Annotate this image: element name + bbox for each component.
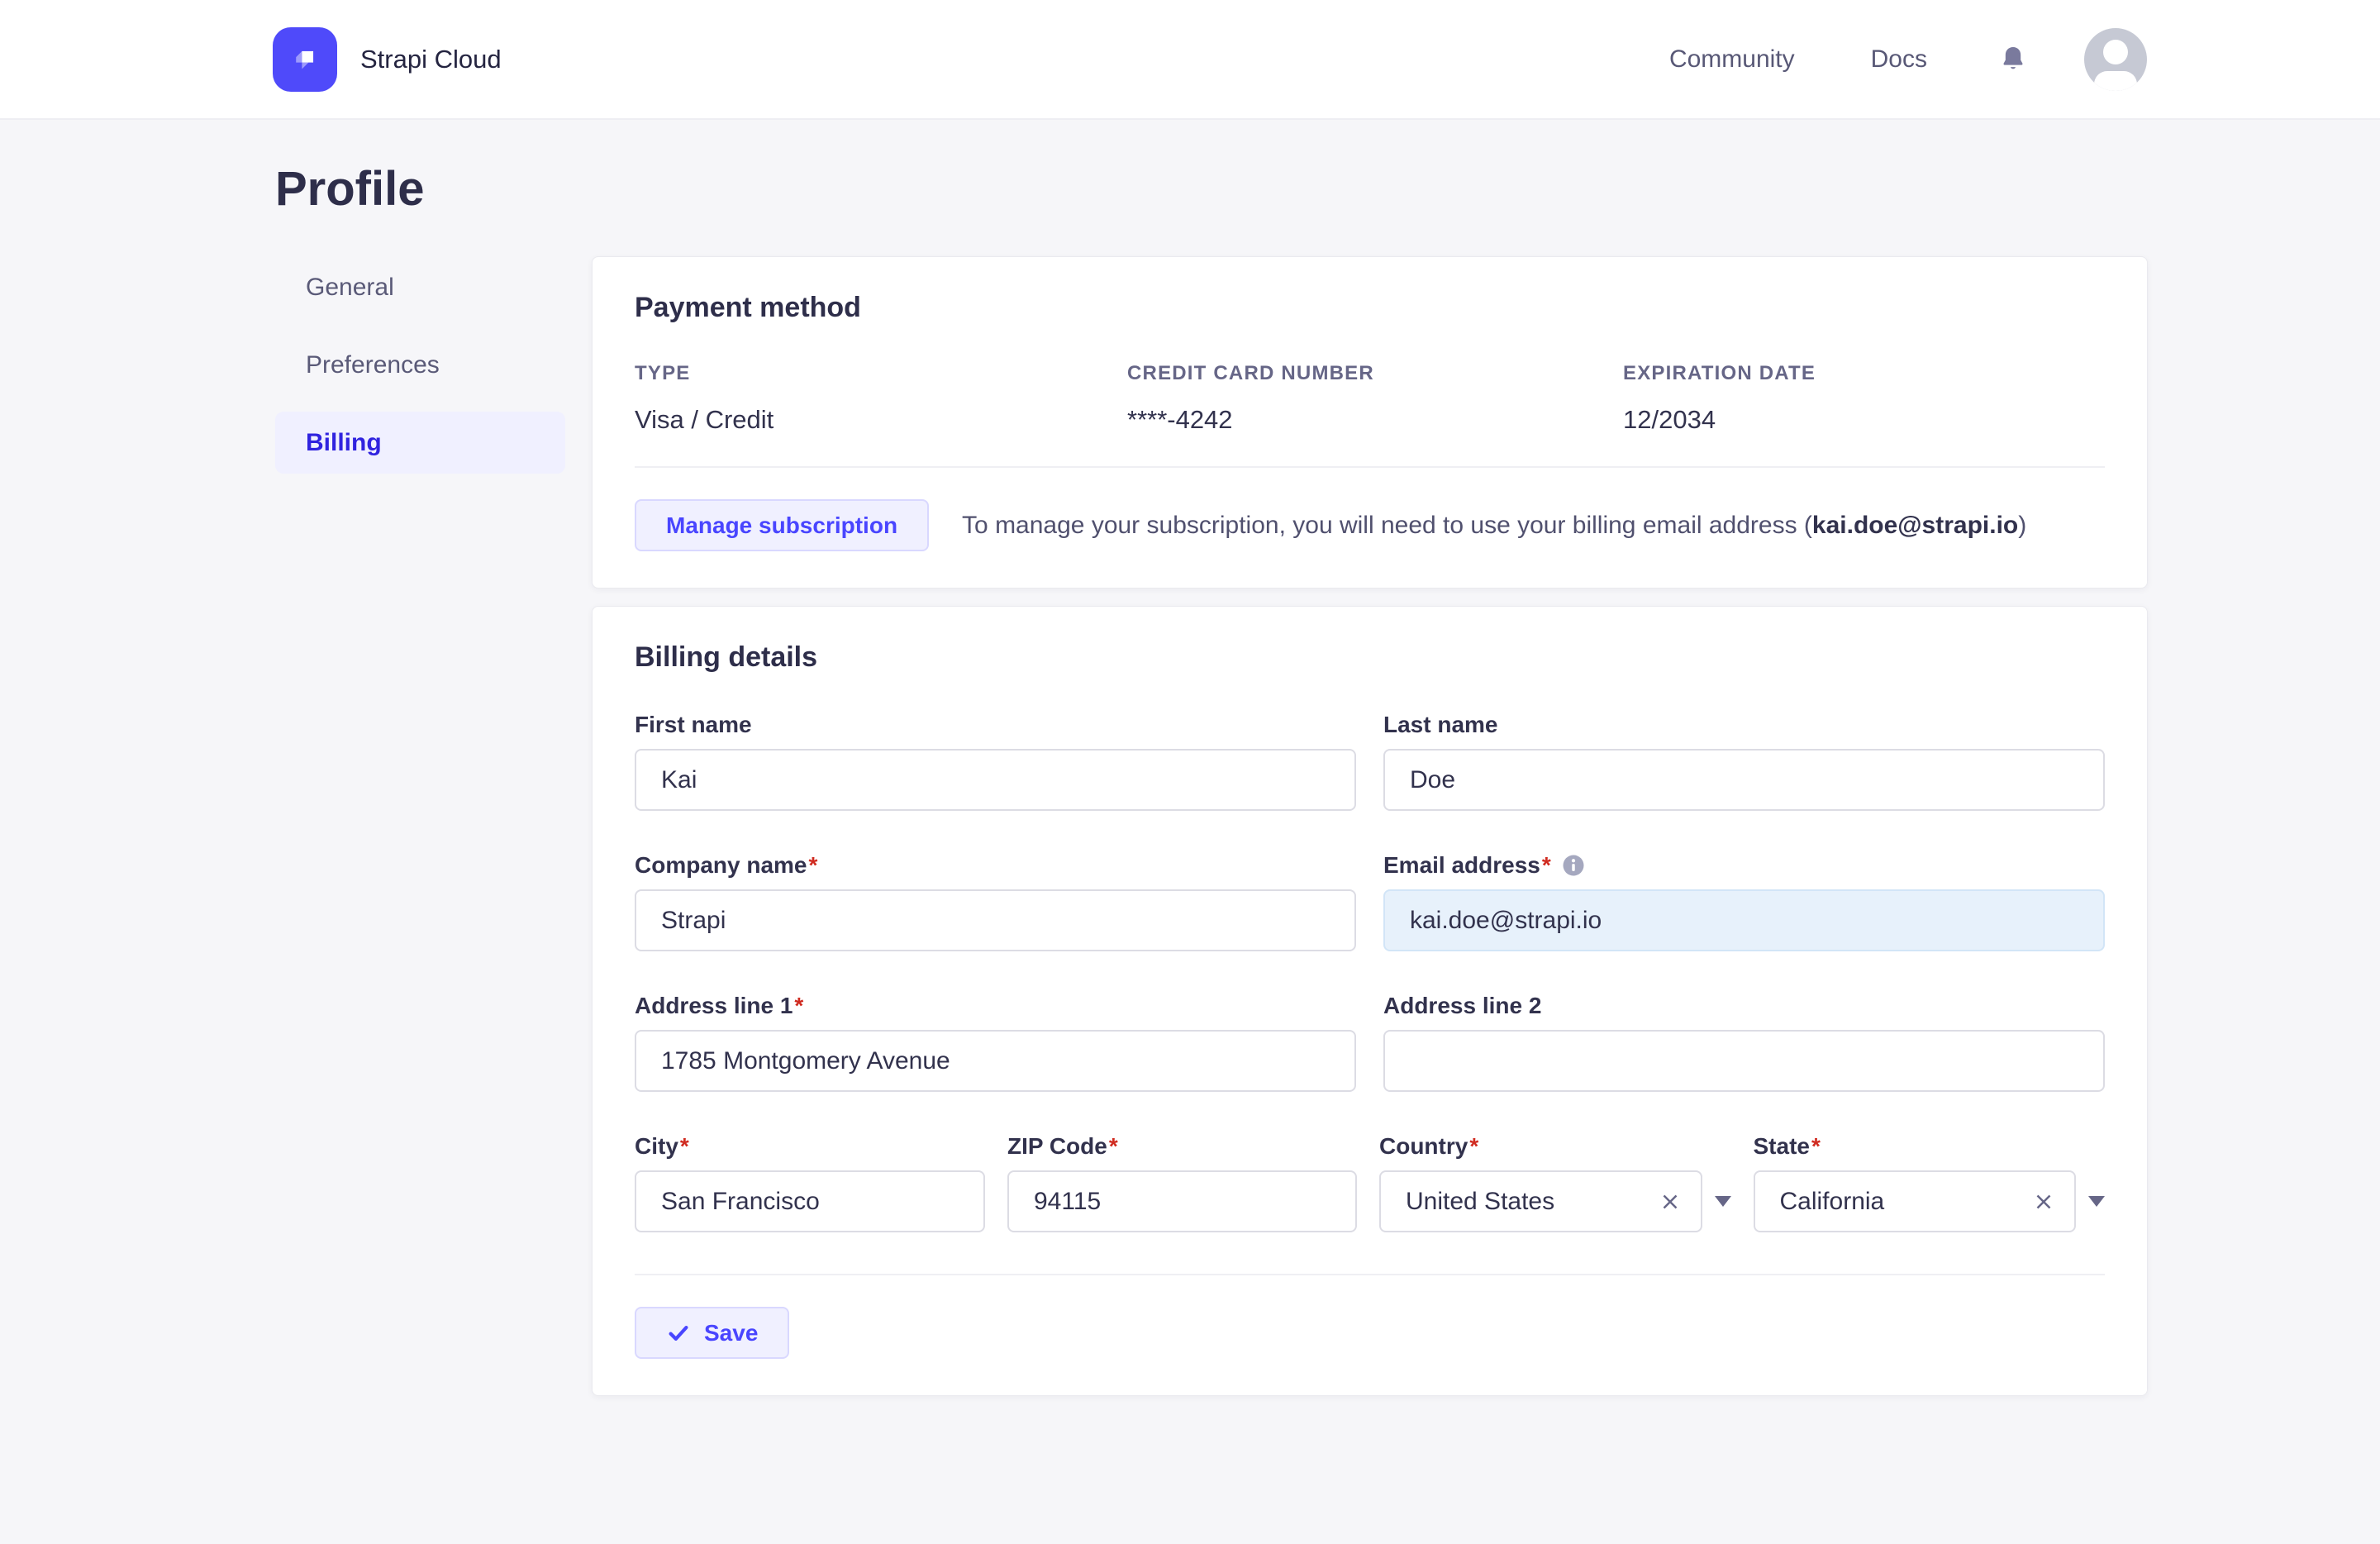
country-combobox[interactable]: United States <box>1379 1170 1702 1232</box>
address-line2-input[interactable] <box>1383 1030 2105 1092</box>
state-combobox[interactable]: California <box>1753 1170 2076 1232</box>
form-divider <box>635 1274 2105 1275</box>
billing-details-title: Billing details <box>635 641 818 673</box>
manage-subscription-note: To manage your subscription, you will ne… <box>962 512 2026 540</box>
state-group: State * California <box>1753 1133 2105 1232</box>
expiration-date-field: EXPIRATION DATE 12/2034 <box>1623 362 2105 435</box>
address-line1-input[interactable] <box>635 1030 1356 1092</box>
main-content: Profile General Preferences Billing Paym… <box>0 161 2380 1396</box>
nav-link-docs[interactable]: Docs <box>1871 45 1927 74</box>
payment-summary: TYPE Visa / Credit CREDIT CARD NUMBER **… <box>635 362 2105 435</box>
avatar-head-icon <box>2103 39 2128 64</box>
email-address-input[interactable] <box>1383 889 2105 951</box>
first-name-input[interactable] <box>635 749 1356 811</box>
required-asterisk: * <box>1108 1133 1118 1159</box>
country-label: Country * <box>1379 1133 1479 1159</box>
manage-subscription-button[interactable]: Manage subscription <box>635 499 930 551</box>
page-title: Profile <box>275 162 425 216</box>
company-name-group: Company name * <box>635 852 1356 951</box>
last-name-label: Last name <box>1383 712 1498 737</box>
address-line1-group: Address line 1 * <box>635 993 1356 1092</box>
city-label: City * <box>635 1133 689 1159</box>
nav-link-community[interactable]: Community <box>1669 45 1795 74</box>
user-avatar[interactable] <box>2084 27 2147 91</box>
required-asterisk: * <box>794 993 804 1018</box>
credit-card-number-field: CREDIT CARD NUMBER ****-4242 <box>1127 362 1623 435</box>
avatar-body-icon <box>2094 70 2137 91</box>
credit-card-number-value: ****-4242 <box>1127 405 1233 434</box>
payment-card-divider <box>635 466 2105 468</box>
credit-card-number-label: CREDIT CARD NUMBER <box>1127 362 1374 384</box>
brand-link[interactable]: Strapi Cloud <box>273 26 502 92</box>
header-nav: Community Docs <box>1593 27 2147 91</box>
address-line2-group: Address line 2 <box>1383 993 2105 1092</box>
sidebar-item-general[interactable]: General <box>275 256 565 318</box>
payment-type-field: TYPE Visa / Credit <box>635 362 1127 435</box>
billing-details-card: Billing details First name Last name <box>592 606 2148 1396</box>
note-prefix: To manage your subscription, you will ne… <box>962 511 1812 539</box>
state-clear-icon[interactable] <box>2031 1189 2056 1214</box>
expiration-date-label: EXPIRATION DATE <box>1623 362 1816 384</box>
profile-sidebar: General Preferences Billing <box>275 256 565 489</box>
last-name-group: Last name <box>1383 712 2105 811</box>
state-label: State * <box>1753 1133 1821 1159</box>
city-input[interactable] <box>635 1170 985 1232</box>
zip-code-label: ZIP Code * <box>1007 1133 1118 1159</box>
payment-type-value: Visa / Credit <box>635 405 774 434</box>
expiration-date-value: 12/2034 <box>1623 405 1716 434</box>
billing-email-text: kai.doe@strapi.io <box>1811 511 2019 539</box>
zip-code-input[interactable] <box>1007 1170 1357 1232</box>
notifications-bell-icon[interactable] <box>1997 43 2030 76</box>
sidebar-item-preferences[interactable]: Preferences <box>275 334 565 396</box>
email-address-label: Email address * <box>1383 852 2105 879</box>
address-line2-label: Address line 2 <box>1383 993 1542 1018</box>
first-name-label: First name <box>635 712 752 737</box>
note-suffix: ) <box>2018 511 2027 539</box>
city-group: City * <box>635 1133 985 1232</box>
sidebar-item-billing[interactable]: Billing <box>275 412 565 474</box>
save-button-label: Save <box>704 1319 759 1346</box>
required-asterisk: * <box>1811 1133 1821 1159</box>
country-clear-icon[interactable] <box>1658 1189 1683 1214</box>
first-name-group: First name <box>635 712 1356 811</box>
save-button[interactable]: Save <box>635 1307 790 1359</box>
address-line1-label: Address line 1 * <box>635 993 804 1018</box>
required-asterisk: * <box>1541 852 1551 878</box>
brand-name: Strapi Cloud <box>360 44 502 74</box>
billing-details-form: First name Last name Company name* <box>635 712 2105 1359</box>
company-name-input[interactable] <box>635 889 1356 951</box>
last-name-input[interactable] <box>1383 749 2105 811</box>
required-asterisk: * <box>1469 1133 1479 1159</box>
company-name-label: Company name * <box>635 852 818 878</box>
country-group: Country * United States <box>1379 1133 1731 1232</box>
payment-type-label: TYPE <box>635 362 691 384</box>
check-icon <box>666 1321 691 1346</box>
strapi-logo-icon <box>273 26 337 92</box>
top-header: Strapi Cloud Community Docs <box>0 0 2380 120</box>
country-dropdown-caret-icon[interactable] <box>1714 1196 1731 1207</box>
info-icon <box>1561 853 1586 878</box>
required-asterisk: * <box>808 852 818 878</box>
state-value: California <box>1779 1187 1885 1215</box>
payment-method-card: Payment method TYPE Visa / Credit CREDIT… <box>592 256 2148 589</box>
payment-method-title: Payment method <box>635 292 861 323</box>
country-value: United States <box>1406 1187 1555 1215</box>
email-address-group: Email address * <box>1383 852 2105 951</box>
zip-code-group: ZIP Code * <box>1007 1133 1357 1232</box>
state-dropdown-caret-icon[interactable] <box>2088 1196 2105 1207</box>
required-asterisk: * <box>679 1133 689 1159</box>
